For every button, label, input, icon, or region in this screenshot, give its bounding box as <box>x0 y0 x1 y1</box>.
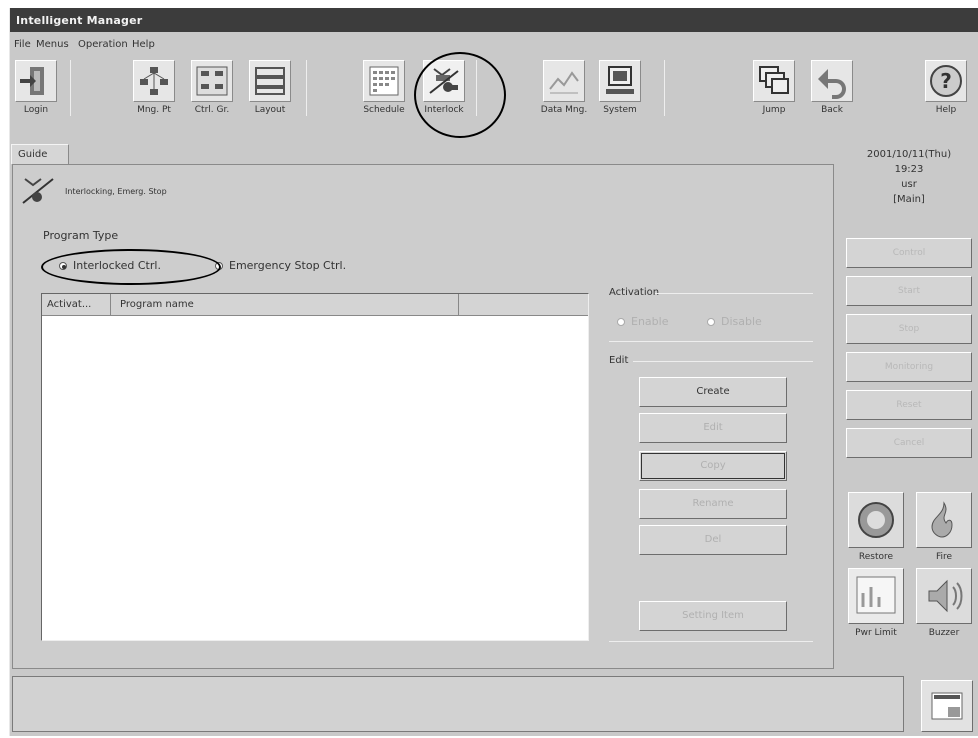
user-text: usr <box>901 179 917 190</box>
table-header: Activat... Program name <box>42 294 588 316</box>
interlock-panel-icon <box>19 173 59 211</box>
screen-switch-icon <box>931 692 963 720</box>
radio-activation-enable[interactable]: Enable <box>617 315 668 328</box>
column-activation[interactable]: Activat... <box>47 299 91 310</box>
menu-help[interactable]: Help <box>132 39 155 50</box>
login-button[interactable]: Login <box>10 58 62 118</box>
side-cancel-button[interactable]: Cancel <box>846 428 972 458</box>
radio-activation-disable[interactable]: Disable <box>707 315 762 328</box>
mode-text: [Main] <box>893 194 925 205</box>
edit-group-label: Edit <box>609 355 629 366</box>
system-button[interactable]: System <box>594 58 646 118</box>
menu-file[interactable]: File <box>14 39 31 50</box>
side-start-button[interactable]: Start <box>846 276 972 306</box>
jump-button[interactable]: Jump <box>748 58 800 118</box>
side-stop-button[interactable]: Stop <box>846 314 972 344</box>
rename-button[interactable]: Rename <box>639 489 787 519</box>
radio-unselected-indicator <box>215 262 223 270</box>
tab-guide[interactable]: Guide <box>11 144 69 164</box>
radio-disable-indicator <box>707 318 715 326</box>
fire-label: Fire <box>935 552 953 562</box>
activation-group-label: Activation <box>609 287 660 298</box>
radio-enable-indicator <box>617 318 625 326</box>
datetime-display: 2001/10/11(Thu) 19:23 usr [Main] <box>846 144 972 240</box>
pwr-limit-button[interactable] <box>848 568 904 624</box>
app-window: Intelligent Manager File Menus Operation… <box>9 8 978 736</box>
side-control-button[interactable]: Control <box>846 238 972 268</box>
restore-button[interactable] <box>848 492 904 548</box>
time-text: 19:23 <box>894 164 924 175</box>
menu-operation[interactable]: Operation <box>78 39 128 50</box>
pwr-limit-icon <box>856 576 896 614</box>
status-message-bar <box>12 676 904 732</box>
date-text: 2001/10/11(Thu) <box>866 149 952 160</box>
restore-label: Restore <box>858 552 894 562</box>
window-title: Intelligent Manager <box>10 8 978 32</box>
data-management-icon <box>543 60 585 102</box>
buzzer-icon <box>928 579 963 613</box>
ctrl-gr-button[interactable]: Ctrl. Gr. <box>186 58 238 118</box>
copy-button[interactable]: Copy <box>639 451 787 481</box>
jump-windows-icon <box>753 60 795 102</box>
setting-item-button[interactable]: Setting Item <box>639 601 787 631</box>
radio-emergency-stop-ctrl[interactable]: Emergency Stop Ctrl. <box>215 259 346 272</box>
layout-button[interactable]: Layout <box>244 58 296 118</box>
panel-title: Interlocking, Emerg. Stop <box>65 187 167 196</box>
menu-menus[interactable]: Menus <box>36 39 69 50</box>
program-list-table[interactable]: Activat... Program name <box>41 293 589 641</box>
back-arrow-icon <box>811 60 853 102</box>
fire-button[interactable] <box>916 492 972 548</box>
management-point-icon <box>133 60 175 102</box>
buzzer-label: Buzzer <box>928 628 960 638</box>
radio-selected-indicator <box>59 262 67 270</box>
interlock-icon <box>423 60 465 102</box>
side-monitoring-button[interactable]: Monitoring <box>846 352 972 382</box>
edit-button[interactable]: Edit <box>639 413 787 443</box>
radio-interlocked-ctrl[interactable]: Interlocked Ctrl. <box>59 259 161 272</box>
program-type-label: Program Type <box>43 229 119 242</box>
schedule-calendar-icon <box>363 60 405 102</box>
schedule-button[interactable]: Schedule <box>358 58 410 118</box>
menu-bar: File Menus Operation Help <box>10 36 978 54</box>
help-button[interactable]: ? Help <box>920 58 972 118</box>
pwr-limit-label: Pwr Limit <box>855 628 897 638</box>
create-button[interactable]: Create <box>639 377 787 407</box>
interlock-button[interactable]: Interlock <box>418 58 470 118</box>
column-program-name[interactable]: Program name <box>120 299 194 310</box>
delete-button[interactable]: Del <box>639 525 787 555</box>
layout-icon <box>249 60 291 102</box>
system-computer-icon <box>599 60 641 102</box>
mng-pt-button[interactable]: Mng. Pt <box>128 58 180 118</box>
svg-text:?: ? <box>940 69 952 93</box>
screen-switch-button[interactable] <box>921 680 973 732</box>
restore-icon <box>858 502 894 538</box>
help-question-icon: ? <box>925 60 967 102</box>
interlock-panel: Interlocking, Emerg. Stop Program Type I… <box>12 164 834 669</box>
fire-icon <box>931 501 953 538</box>
back-button[interactable]: Back <box>806 58 858 118</box>
control-group-icon <box>191 60 233 102</box>
data-mng-button[interactable]: Data Mng. <box>538 58 590 118</box>
side-reset-button[interactable]: Reset <box>846 390 972 420</box>
login-door-icon <box>15 60 57 102</box>
buzzer-button[interactable] <box>916 568 972 624</box>
